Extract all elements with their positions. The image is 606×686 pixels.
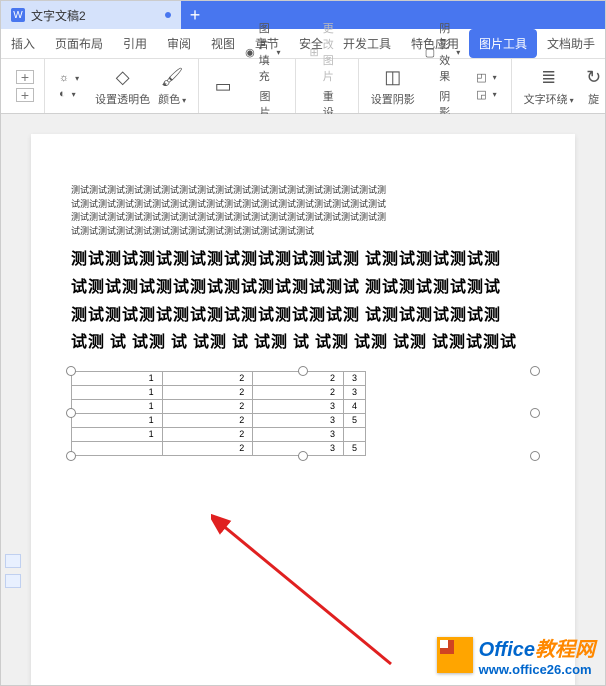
doc-icon: W (11, 8, 25, 22)
marker-icon[interactable] (5, 574, 21, 588)
canvas-area: 测试测试测试测试测试测试测试测试测试测试测试测试测试测试测试测试测试测 试测试测… (1, 114, 605, 685)
menu-insert[interactable]: 插入 (1, 29, 45, 58)
text-wrap-button[interactable]: ≣ 文字环绕▾ (520, 63, 578, 109)
color-icon: 🖌 (160, 65, 184, 89)
wrap-icon: ≣ (537, 65, 561, 89)
marker-icon[interactable] (5, 554, 21, 568)
body-large-text: 测试测试测试测试测试测试测试测试测 试测试测试测试测 试测试测试测试测试测试测试… (71, 247, 535, 355)
menu-review[interactable]: 审阅 (157, 29, 201, 58)
brightness-icon[interactable]: ☼▾ (53, 70, 85, 86)
shadow-effect-button[interactable]: ▢ 阴影效果▾ (419, 18, 466, 86)
picture-fill-button[interactable]: ◉ 图片填充▾ (239, 18, 286, 86)
toolbar: + + ☼▾ ◐▾ ◇ 设置透明色 🖌 颜色▾ ▭ ◉ 图片填充▾ ▢ 图片轮廓… (1, 59, 605, 114)
rotate-button[interactable]: ↻ 旋 (578, 63, 606, 109)
selection-handle[interactable] (66, 408, 76, 418)
selection-handle[interactable] (298, 451, 308, 461)
shadow-icon: ◫ (381, 65, 405, 89)
side-markers (5, 554, 21, 588)
adjust-plus-1[interactable]: + (16, 70, 34, 84)
table-row: 1223 (72, 385, 366, 399)
color-button[interactable]: 🖌 颜色▾ (154, 63, 190, 109)
picture-icon: ▭ (211, 74, 235, 98)
selection-handle[interactable] (530, 366, 540, 376)
set-shadow-button[interactable]: ◫ 设置阴影 (367, 63, 419, 109)
selection-handle[interactable] (298, 366, 308, 376)
table-row: 235 (72, 441, 366, 455)
new-tab-button[interactable]: + (181, 1, 209, 29)
menu-doc-assistant[interactable]: 文档助手 (537, 29, 605, 58)
document-page[interactable]: 测试测试测试测试测试测试测试测试测试测试测试测试测试测试测试测试测试测 试测试测… (31, 134, 575, 685)
watermark-logo-icon (437, 637, 473, 673)
watermark: Office教程网 www.office26.com (437, 633, 595, 677)
tab-modified-dot (165, 12, 171, 18)
document-tab[interactable]: W 文字文稿2 (1, 1, 181, 29)
selection-handle[interactable] (530, 408, 540, 418)
change-picture-button[interactable]: ⊞ 更改图片 (304, 18, 350, 86)
selected-table-object[interactable]: 1223 1223 1234 1235 123 235 (71, 371, 535, 456)
body-small-text: 测试测试测试测试测试测试测试测试测试测试测试测试测试测试测试测试测试测 试测试测… (71, 184, 535, 237)
selection-handle[interactable] (66, 451, 76, 461)
annotation-arrow (211, 514, 411, 674)
menu-page-layout[interactable]: 页面布局 (45, 29, 113, 58)
menu-references[interactable]: 引用 (113, 29, 157, 58)
watermark-url: www.office26.com (479, 662, 595, 677)
table-row: 123 (72, 427, 366, 441)
transparency-icon: ◇ (111, 65, 135, 89)
table-row: 1235 (72, 413, 366, 427)
shadow-nudge-1[interactable]: ◰▾ (470, 69, 502, 86)
tab-title: 文字文稿2 (31, 7, 86, 24)
data-table[interactable]: 1223 1223 1234 1235 123 235 (71, 371, 366, 456)
set-transparency-button[interactable]: ◇ 设置透明色 (91, 63, 154, 109)
menu-picture-tools[interactable]: 图片工具 (469, 29, 537, 58)
shadow-nudge-2[interactable]: ◲▾ (470, 86, 502, 103)
table-row: 1234 (72, 399, 366, 413)
rotate-icon: ↻ (582, 65, 606, 89)
contrast-icon[interactable]: ◐▾ (53, 86, 85, 102)
table-row: 1223 (72, 371, 366, 385)
selection-handle[interactable] (66, 366, 76, 376)
selection-handle[interactable] (530, 451, 540, 461)
picture-style-button[interactable]: ▭ (207, 72, 239, 100)
adjust-plus-2[interactable]: + (16, 88, 34, 102)
